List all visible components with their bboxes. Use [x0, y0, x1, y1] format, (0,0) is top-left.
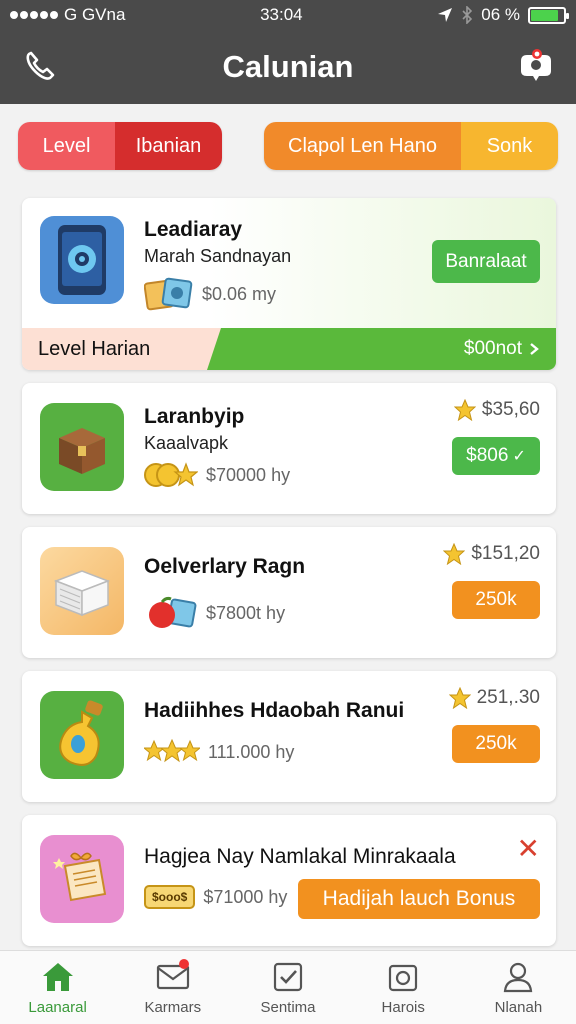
offer-claim-button[interactable]: $806 ✓ [452, 437, 540, 475]
offer-title: Laranbyip [144, 405, 245, 428]
offer-price: $35,60 [453, 399, 540, 421]
mail-icon [155, 959, 191, 995]
offer-title: Oelverlary Ragn [144, 555, 306, 578]
bottom-nav: Laanaral Karmars Sentima Harois Nlanah [0, 950, 576, 1024]
star-icon [453, 399, 476, 421]
offer-reward: $7800t hy [206, 602, 286, 623]
offer-reward-row: $ooo$ $71000 hy [144, 885, 287, 909]
location-arrow-icon [438, 8, 453, 22]
daily-level-value-area: $00not [207, 328, 556, 370]
page-title: Calunian [222, 49, 354, 84]
battery-icon [528, 6, 569, 24]
offer-claim-label: $806 [466, 445, 509, 466]
offer-reward-row: 111.000 hy [144, 739, 294, 765]
camera-icon [385, 959, 421, 995]
featured-reward: $0.06 my [202, 283, 277, 304]
offer-buy-button[interactable]: 250k [452, 581, 540, 619]
star-icon [448, 687, 471, 709]
close-icon[interactable]: ✕ [517, 835, 540, 863]
coupon-tag: $ooo$ [144, 885, 196, 909]
filter-level-pill[interactable]: Level [18, 122, 115, 170]
battery-percent: 06 % [481, 5, 520, 24]
featured-action-button[interactable]: Banralaat [432, 240, 540, 283]
offer-reward: 111.000 hy [208, 741, 295, 762]
notification-dot [178, 959, 189, 969]
signal-dots-icon [10, 11, 58, 19]
check-icon: ✓ [512, 448, 526, 465]
nav-label: Laanaral [28, 999, 87, 1016]
filter-group-right: Clapol Len Hano Sonk [264, 122, 558, 170]
filter-group-left: Level Ibanian [18, 122, 222, 170]
offer-reward: $71000 hy [203, 886, 288, 907]
apple-card-icon [149, 596, 197, 628]
daily-level-label: Level Harian [22, 328, 221, 370]
phone-icon[interactable] [20, 47, 60, 87]
offer-card-1[interactable]: Laranbyip Kaaalvapk $70000 hy $35,60 $80… [22, 383, 556, 514]
offer-card-2[interactable]: Oelverlary Ragn $7800t hy $151,20 250k [22, 527, 556, 658]
scroll-gift-icon [40, 835, 124, 923]
clock: 33:04 [260, 5, 303, 24]
offer-price-text: 251,.30 [476, 687, 540, 708]
treasure-box-icon [40, 403, 124, 491]
nav-item-home[interactable]: Laanaral [0, 951, 115, 1024]
sort-pill[interactable]: Sonk [461, 122, 558, 170]
checkbox-icon [270, 959, 306, 995]
offer-buy-button[interactable]: 250k [452, 725, 540, 763]
offer-price-text: $35,60 [481, 399, 540, 420]
bluetooth-icon [462, 6, 473, 24]
filter-global-pill[interactable]: Clapol Len Hano [264, 122, 461, 170]
notification-bell-icon[interactable] [516, 47, 556, 87]
featured-card[interactable]: Leadiaray Marah Sandnayan $0.06 my Banra… [22, 198, 556, 370]
potion-bottle-icon [40, 691, 124, 779]
home-icon [40, 959, 76, 995]
offer-subtitle: Kaaalvapk [144, 433, 229, 453]
offer-reward-row: $7800t hy [144, 595, 285, 631]
offer-price: $151,20 [443, 543, 540, 565]
offer-reward: $70000 hy [206, 464, 291, 485]
nav-item-tasks[interactable]: Sentima [230, 951, 345, 1024]
star-icon [443, 543, 466, 565]
nav-item-messages[interactable]: Karmars [115, 951, 230, 1024]
nav-label: Nlanah [494, 999, 543, 1016]
offer-price-text: $151,20 [471, 543, 540, 564]
battery-fill [531, 9, 559, 21]
daily-level-value: $00not [463, 338, 522, 359]
app-header: Calunian [0, 30, 576, 104]
chevron-right-icon [530, 343, 539, 355]
offer-title: Hadiihhes Hdaobah Ranui [144, 699, 405, 722]
stacked-tiles-icon [144, 277, 193, 311]
offer-card-4[interactable]: Hagjea Nay Namlakal Minrakaala $ooo$ $71… [22, 815, 556, 946]
nav-item-profile[interactable]: Nlanah [461, 951, 576, 1024]
bonus-button[interactable]: Hadijah lauch Bonus [298, 879, 540, 919]
nav-label: Harois [381, 999, 425, 1016]
offer-reward-row: $70000 hy [144, 461, 290, 489]
offer-card-3[interactable]: Hadiihhes Hdaobah Ranui 111.000 hy 251,.… [22, 671, 556, 802]
filter-bar: Level Ibanian Clapol Len Hano Sonk [0, 104, 576, 170]
status-bar: G GVna 33:04 06 % [0, 0, 576, 30]
carrier-text: G GVna [64, 5, 126, 24]
coins-star-icon [144, 462, 198, 487]
nav-label: Sentima [260, 999, 316, 1016]
offer-list: Leadiaray Marah Sandnayan $0.06 my Banra… [0, 170, 576, 946]
featured-title: Leadiaray [144, 218, 243, 241]
status-right: 06 % [437, 5, 569, 25]
offer-title: Hagjea Nay Namlakal Minrakaala [144, 845, 456, 868]
nav-label: Karmars [144, 999, 202, 1016]
featured-subtitle: Marah Sandnayan [144, 246, 292, 266]
filter-harian-pill[interactable]: Ibanian [115, 122, 222, 170]
three-stars-icon [144, 739, 200, 763]
phone-app-icon [40, 216, 124, 304]
offer-price: 251,.30 [448, 687, 540, 709]
nav-item-camera[interactable]: Harois [346, 951, 461, 1024]
daily-level-bar[interactable]: Level Harian $00not [22, 328, 556, 370]
status-left: G GVna [10, 5, 125, 25]
book-stack-icon [40, 547, 124, 635]
user-icon [500, 959, 536, 995]
featured-reward-row: $0.06 my [144, 276, 276, 312]
